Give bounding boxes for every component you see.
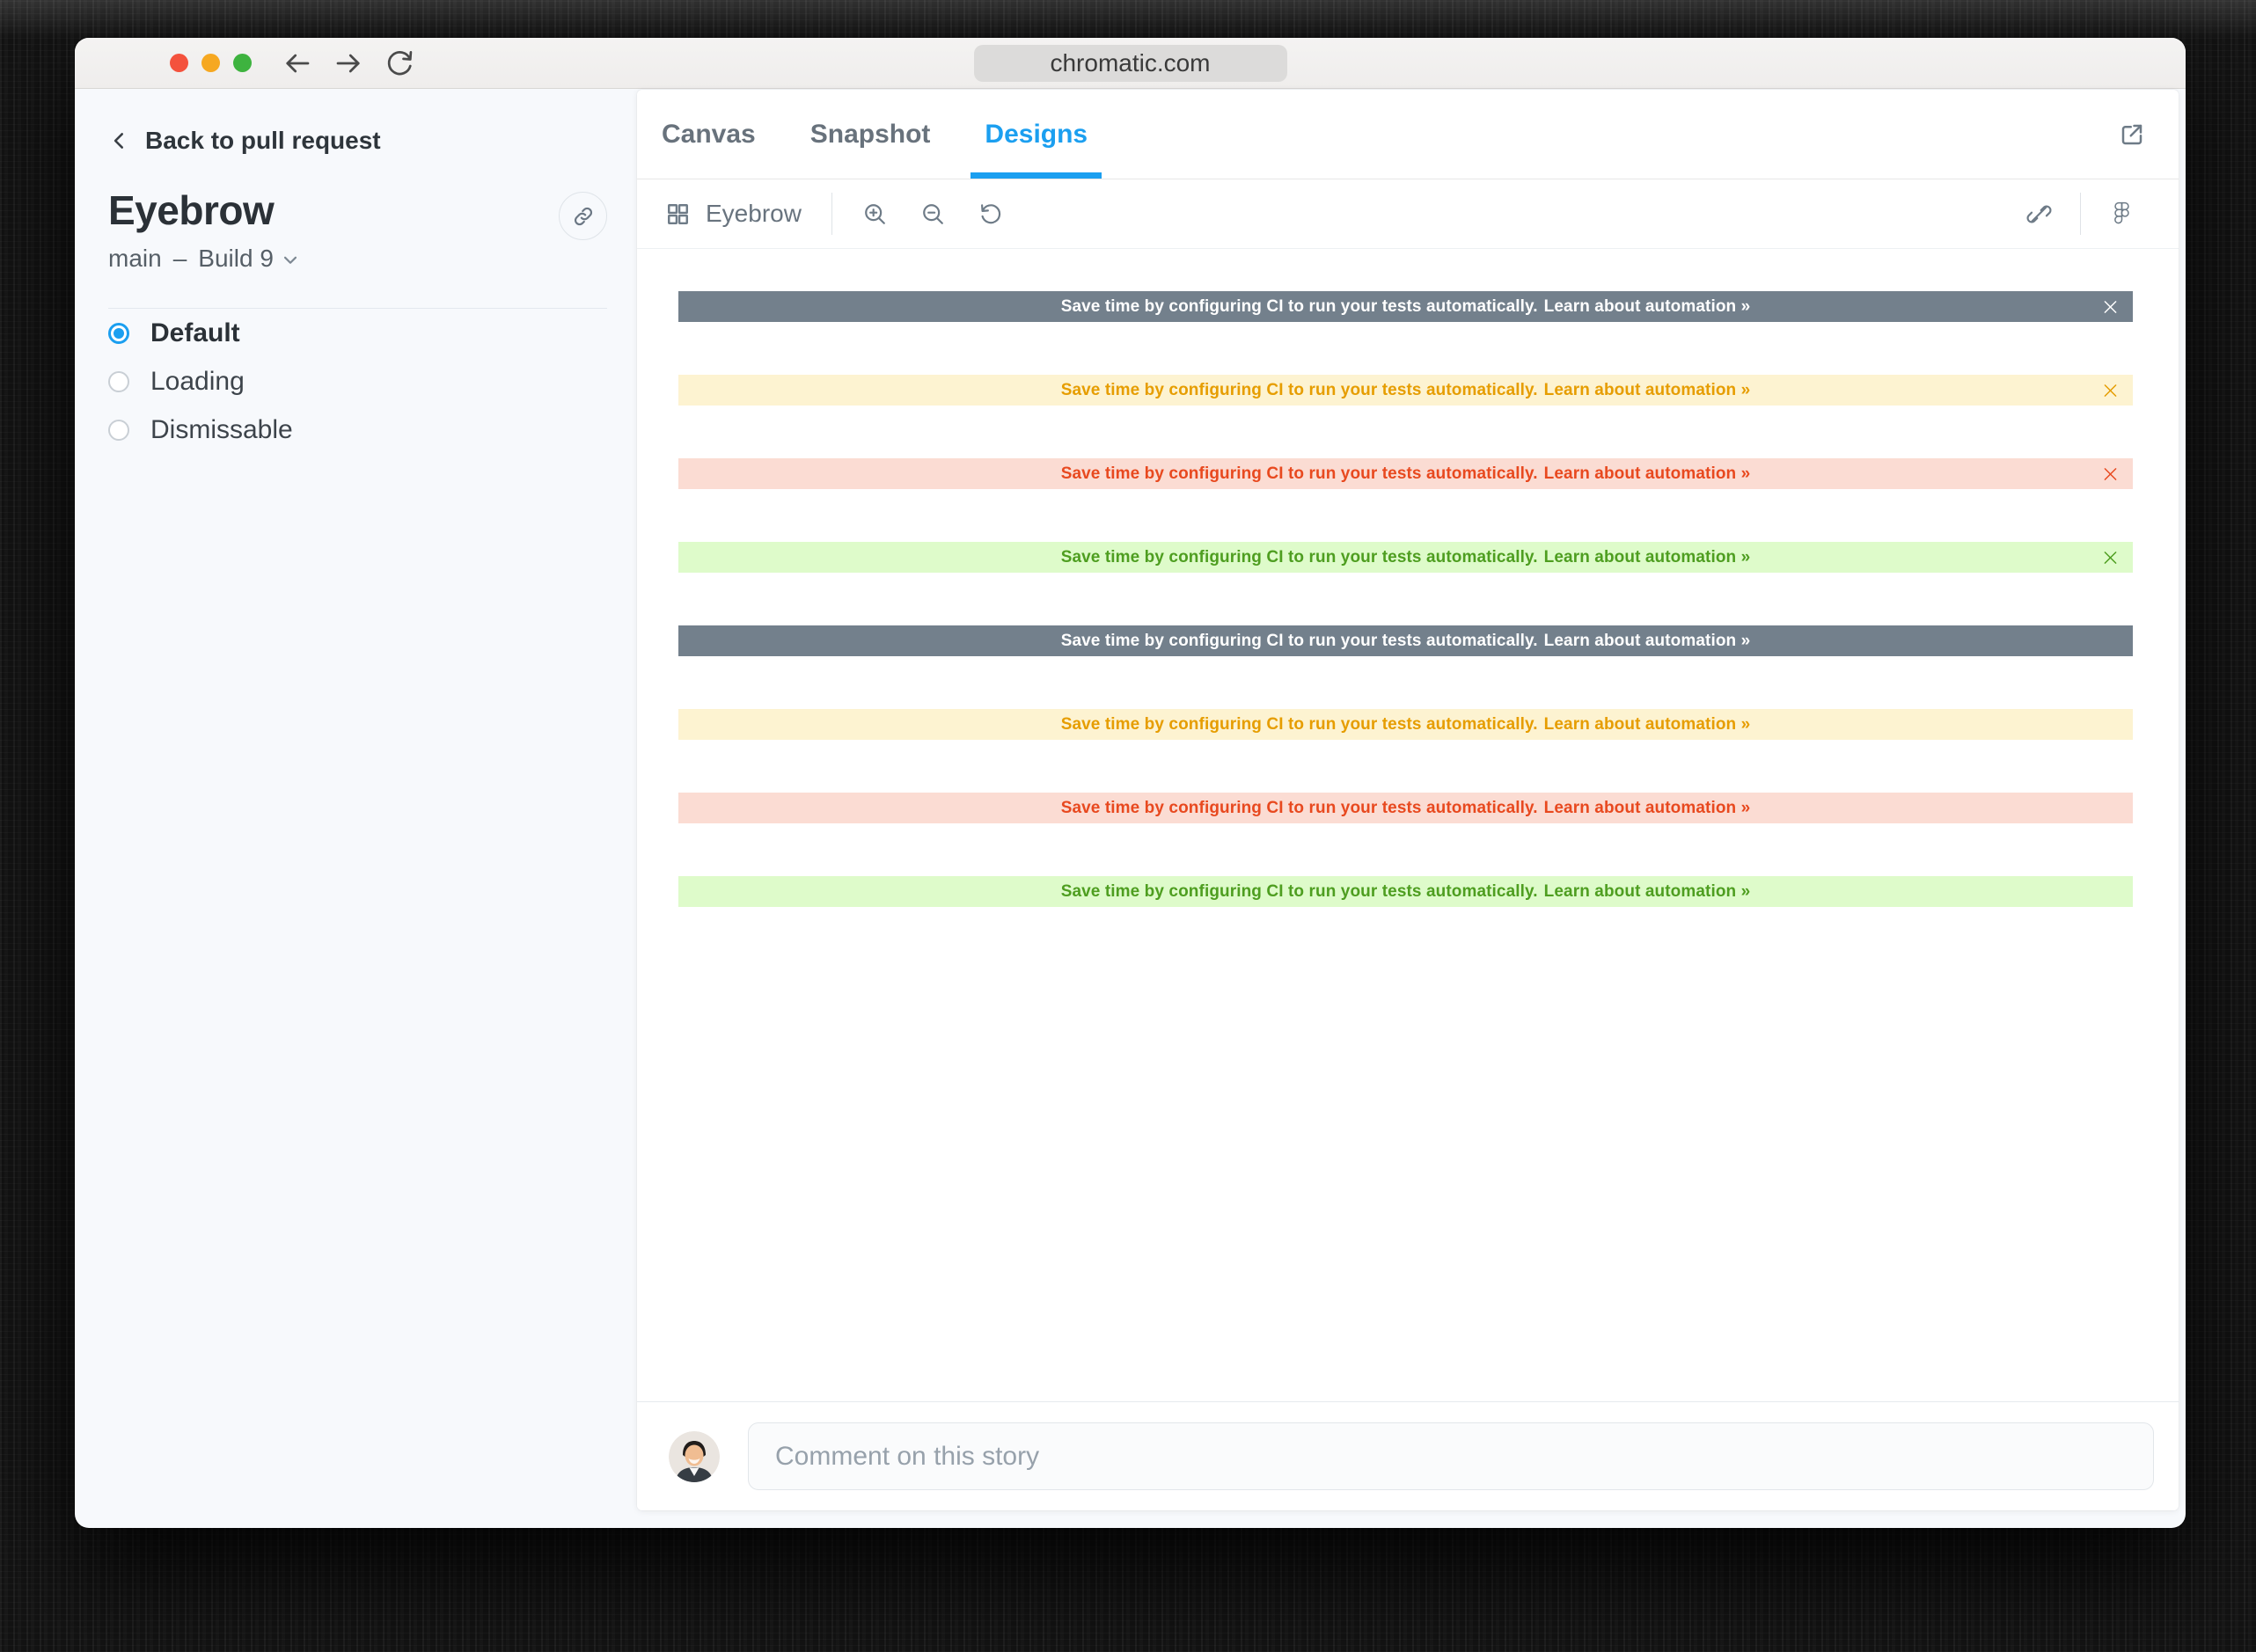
app-root: Back to pull request Eyebrow main – Buil… bbox=[75, 90, 2186, 1528]
copy-story-link-button[interactable] bbox=[559, 192, 607, 240]
eyebrow-dismiss-button[interactable] bbox=[2101, 381, 2120, 399]
browser-forward-icon[interactable] bbox=[333, 48, 364, 79]
zoom-out-icon bbox=[920, 201, 946, 227]
variant-option-default[interactable]: Default bbox=[108, 309, 607, 357]
radio-dismissable[interactable] bbox=[108, 420, 129, 441]
zoom-out-button[interactable] bbox=[920, 201, 946, 227]
eyebrow-banner-yellow: Save time by configuring CI to run your … bbox=[678, 375, 2133, 406]
build-selector[interactable]: Build 9 bbox=[198, 245, 300, 273]
window-zoom-button[interactable] bbox=[233, 54, 252, 72]
build-row: main – Build 9 bbox=[108, 245, 300, 273]
user-avatar bbox=[669, 1431, 720, 1482]
browser-back-icon[interactable] bbox=[282, 48, 313, 79]
close-icon bbox=[2101, 464, 2120, 483]
eyebrow-message: Save time by configuring CI to run your … bbox=[1061, 381, 1538, 400]
browser-window: chromatic.com Back to pull request Eyebr… bbox=[75, 38, 2186, 1528]
close-icon bbox=[2101, 381, 2120, 399]
variant-label: Loading bbox=[150, 367, 245, 397]
story-title: Eyebrow bbox=[108, 186, 300, 234]
eyebrow-banner-gray: Save time by configuring CI to run your … bbox=[678, 291, 2133, 322]
comment-input[interactable] bbox=[748, 1422, 2154, 1490]
eyebrow-message: Save time by configuring CI to run your … bbox=[1061, 882, 1538, 902]
close-icon bbox=[2101, 297, 2120, 316]
eyebrow-dismiss-button[interactable] bbox=[2101, 297, 2120, 316]
branch-build-separator: – bbox=[173, 245, 187, 273]
zoom-in-icon bbox=[862, 201, 888, 227]
tab-snapshot[interactable]: Snapshot bbox=[810, 90, 931, 179]
automation-link[interactable]: Learn about automation » bbox=[1544, 464, 1751, 484]
figma-icon bbox=[2109, 201, 2135, 227]
eyebrow-banner-red: Save time by configuring CI to run your … bbox=[678, 458, 2133, 489]
unlink-icon bbox=[2026, 201, 2052, 227]
variant-option-loading[interactable]: Loading bbox=[108, 357, 607, 406]
eyebrow-dismiss-button[interactable] bbox=[2101, 464, 2120, 483]
window-minimize-button[interactable] bbox=[201, 54, 220, 72]
tab-canvas[interactable]: Canvas bbox=[662, 90, 756, 179]
eyebrow-message: Save time by configuring CI to run your … bbox=[1061, 297, 1538, 317]
window-close-button[interactable] bbox=[170, 54, 188, 72]
address-bar-url: chromatic.com bbox=[1050, 49, 1210, 77]
link-icon bbox=[572, 205, 595, 228]
automation-link[interactable]: Learn about automation » bbox=[1544, 297, 1751, 317]
eyebrow-banner-yellow-static: Save time by configuring CI to run your … bbox=[678, 709, 2133, 740]
grid-icon bbox=[665, 201, 691, 227]
story-canvas: Save time by configuring CI to run your … bbox=[637, 249, 2179, 1401]
variant-label: Default bbox=[150, 318, 240, 348]
figma-design-button[interactable] bbox=[2109, 201, 2135, 227]
branch-name: main bbox=[108, 245, 162, 273]
sidebar: Back to pull request Eyebrow main – Buil… bbox=[75, 90, 637, 1528]
build-label: Build 9 bbox=[198, 245, 274, 273]
variant-label: Dismissable bbox=[150, 415, 293, 445]
automation-link[interactable]: Learn about automation » bbox=[1544, 799, 1751, 818]
automation-link[interactable]: Learn about automation » bbox=[1544, 715, 1751, 735]
automation-link[interactable]: Learn about automation » bbox=[1544, 882, 1751, 902]
variant-option-dismissable[interactable]: Dismissable bbox=[108, 406, 607, 454]
eyebrow-message: Save time by configuring CI to run your … bbox=[1061, 632, 1538, 651]
main-panel: Canvas Snapshot Designs Eyebrow bbox=[637, 90, 2179, 1510]
browser-refresh-icon[interactable] bbox=[384, 48, 415, 79]
eyebrow-banner-green: Save time by configuring CI to run your … bbox=[678, 542, 2133, 573]
automation-link[interactable]: Learn about automation » bbox=[1544, 632, 1751, 651]
eyebrow-message: Save time by configuring CI to run your … bbox=[1061, 548, 1538, 567]
eyebrow-message: Save time by configuring CI to run your … bbox=[1061, 464, 1538, 484]
back-label: Back to pull request bbox=[145, 127, 381, 155]
address-bar[interactable]: chromatic.com bbox=[974, 45, 1287, 82]
radio-loading[interactable] bbox=[108, 371, 129, 392]
close-icon bbox=[2101, 548, 2120, 567]
story-toolbar: Eyebrow bbox=[637, 179, 2179, 249]
eyebrow-banner-red-static: Save time by configuring CI to run your … bbox=[678, 793, 2133, 823]
traffic-lights bbox=[170, 54, 252, 72]
component-grid-button[interactable] bbox=[665, 201, 691, 227]
chevron-left-icon bbox=[108, 129, 131, 152]
eyebrow-banner-green-static: Save time by configuring CI to run your … bbox=[678, 876, 2133, 907]
reset-zoom-icon bbox=[978, 201, 1004, 227]
comment-bar bbox=[637, 1401, 2179, 1510]
eyebrow-message: Save time by configuring CI to run your … bbox=[1061, 799, 1538, 818]
zoom-in-button[interactable] bbox=[862, 201, 888, 227]
open-in-new-window-button[interactable] bbox=[2119, 121, 2145, 148]
eyebrow-message: Save time by configuring CI to run your … bbox=[1061, 715, 1538, 735]
toolbar-divider bbox=[2080, 193, 2081, 235]
unlink-design-button[interactable] bbox=[2026, 201, 2052, 227]
external-link-icon bbox=[2119, 121, 2145, 148]
automation-link[interactable]: Learn about automation » bbox=[1544, 381, 1751, 400]
toolbar-story-label: Eyebrow bbox=[706, 200, 802, 228]
zoom-reset-button[interactable] bbox=[978, 201, 1004, 227]
chevron-down-icon bbox=[281, 251, 300, 270]
automation-link[interactable]: Learn about automation » bbox=[1544, 548, 1751, 567]
toolbar-divider bbox=[831, 193, 832, 235]
eyebrow-banner-gray-static: Save time by configuring CI to run your … bbox=[678, 625, 2133, 656]
tab-designs[interactable]: Designs bbox=[985, 90, 1088, 179]
tab-bar: Canvas Snapshot Designs bbox=[637, 90, 2179, 179]
back-to-pull-request-link[interactable]: Back to pull request bbox=[108, 127, 607, 155]
variant-list: Default Loading Dismissable bbox=[108, 309, 607, 454]
eyebrow-dismiss-button[interactable] bbox=[2101, 548, 2120, 567]
radio-default-selected[interactable] bbox=[108, 323, 129, 344]
browser-titlebar: chromatic.com bbox=[75, 38, 2186, 89]
